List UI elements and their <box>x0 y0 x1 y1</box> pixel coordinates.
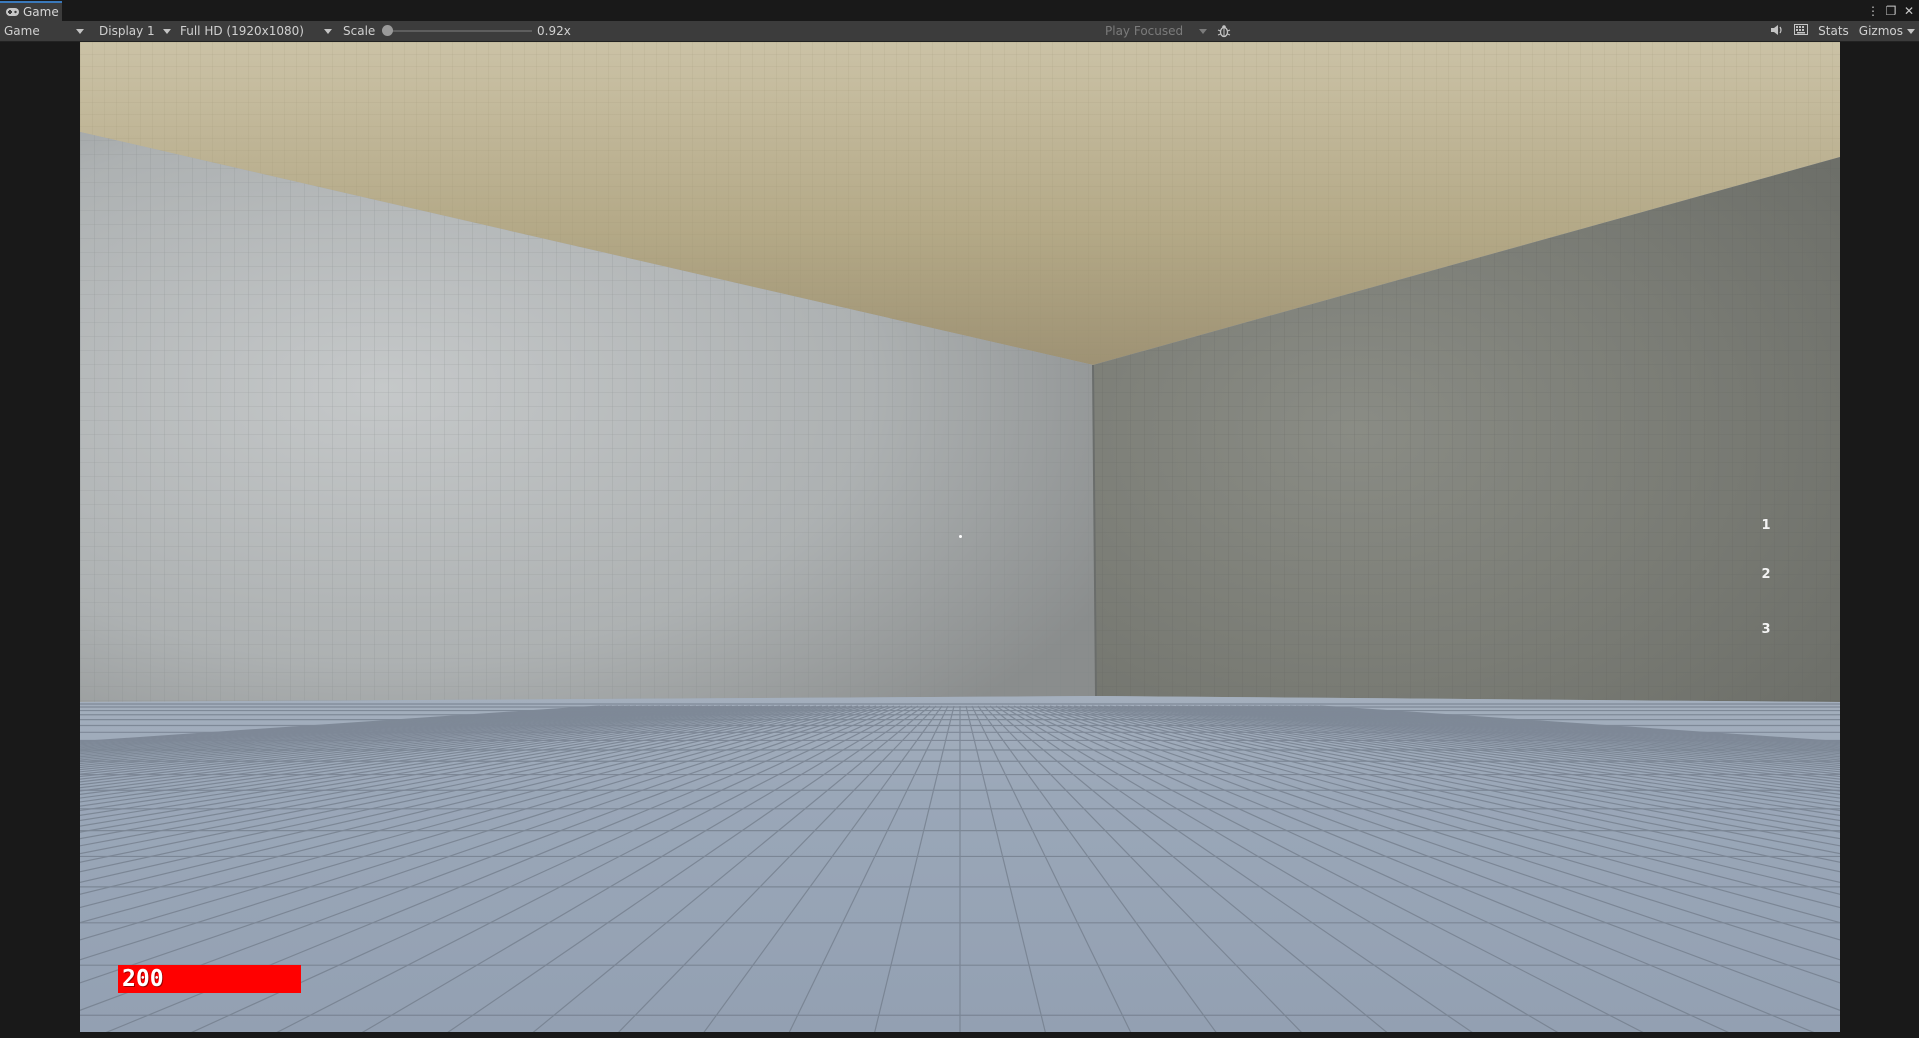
play-mode-label: Play Focused <box>1105 24 1184 38</box>
resolution-dropdown-label: Full HD (1920x1080) <box>180 24 304 38</box>
keyboard-shortcuts-button[interactable] <box>1794 24 1809 38</box>
editor-tab-bar: Game ⋮ ❐ ✕ <box>0 0 1919 21</box>
toolbar-right-group: Stats Gizmos <box>1770 21 1919 41</box>
scale-slider[interactable] <box>382 21 532 41</box>
health-value: 200 <box>122 966 164 992</box>
maximize-icon[interactable]: ❐ <box>1885 4 1897 18</box>
stats-button[interactable]: Stats <box>1818 24 1849 38</box>
game-viewport[interactable]: 1 2 3 200 <box>80 42 1840 1032</box>
tab-actions: ⋮ ❐ ✕ <box>1867 2 1915 20</box>
gizmos-dropdown[interactable]: Gizmos <box>1859 24 1915 38</box>
debug-bug-button[interactable] <box>1216 21 1232 41</box>
speaker-icon <box>1771 24 1782 35</box>
chevron-down-icon <box>163 29 171 34</box>
resolution-dropdown[interactable]: Full HD (1920x1080) <box>180 21 334 41</box>
display-dropdown[interactable]: Display 1 <box>99 21 173 41</box>
chevron-down-icon <box>1907 28 1915 34</box>
bug-icon <box>1217 25 1231 38</box>
play-mode-dropdown[interactable]: Play Focused <box>1105 21 1209 41</box>
crosshair <box>959 535 962 538</box>
gamepad-icon <box>6 8 19 16</box>
keyboard-icon <box>1794 24 1809 35</box>
chevron-down-icon <box>1199 29 1207 34</box>
gizmos-label: Gizmos <box>1858 24 1903 38</box>
chevron-down-icon <box>324 29 332 34</box>
health-bar: 200 <box>118 965 301 993</box>
scale-label: Scale <box>343 24 376 38</box>
scale-slider-thumb[interactable] <box>382 25 393 36</box>
weapon-slot-1: 1 <box>1761 518 1771 533</box>
display-dropdown-label: Display 1 <box>99 24 155 38</box>
tab-label: Game <box>23 5 59 19</box>
scale-value: 0.92x <box>537 24 571 38</box>
close-icon[interactable]: ✕ <box>1903 4 1915 18</box>
view-dropdown-label: Game <box>4 24 40 38</box>
view-dropdown[interactable]: Game <box>4 21 86 41</box>
chevron-down-icon <box>76 29 84 34</box>
bottom-strip <box>0 1032 1919 1038</box>
game-view-toolbar: Game Display 1 Full HD (1920x1080) Scale… <box>0 21 1919 42</box>
weapon-slot-3: 3 <box>1761 622 1771 637</box>
scale-slider-track <box>386 30 532 32</box>
kebab-menu-icon[interactable]: ⋮ <box>1867 4 1879 18</box>
tab-game[interactable]: Game <box>0 1 62 21</box>
audio-mute-button[interactable] <box>1770 24 1784 39</box>
weapon-slot-2: 2 <box>1761 567 1771 582</box>
